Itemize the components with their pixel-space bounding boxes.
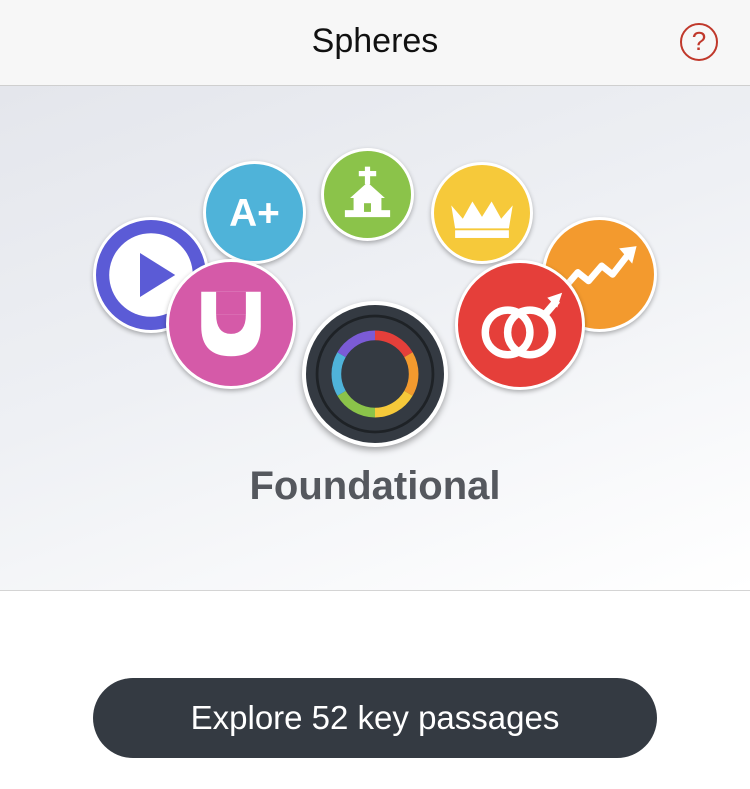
navigation-bar: Spheres ?	[0, 0, 750, 86]
sphere-education[interactable]: A+	[203, 161, 306, 264]
rings-icon	[481, 292, 563, 359]
sphere-family[interactable]	[455, 260, 585, 390]
sphere-church[interactable]	[321, 148, 414, 241]
church-icon	[344, 166, 391, 218]
crown-icon	[451, 201, 513, 238]
ring-icon	[315, 314, 435, 434]
page-title: Spheres	[311, 22, 439, 60]
help-button[interactable]: ?	[680, 23, 718, 61]
sphere-arts-media[interactable]	[166, 259, 296, 389]
question-circle-icon: ?	[691, 26, 707, 56]
spheres-panel: A+ Foundational	[0, 86, 750, 591]
svg-text:A+: A+	[229, 192, 280, 235]
selected-sphere-label: Foundational	[249, 464, 501, 508]
a-plus-icon: A+	[229, 192, 280, 235]
sphere-government[interactable]	[431, 162, 533, 264]
smile-icon	[201, 291, 261, 357]
explore-passages-button[interactable]: Explore 52 key passages	[93, 678, 657, 758]
sphere-foundational[interactable]	[302, 301, 448, 447]
